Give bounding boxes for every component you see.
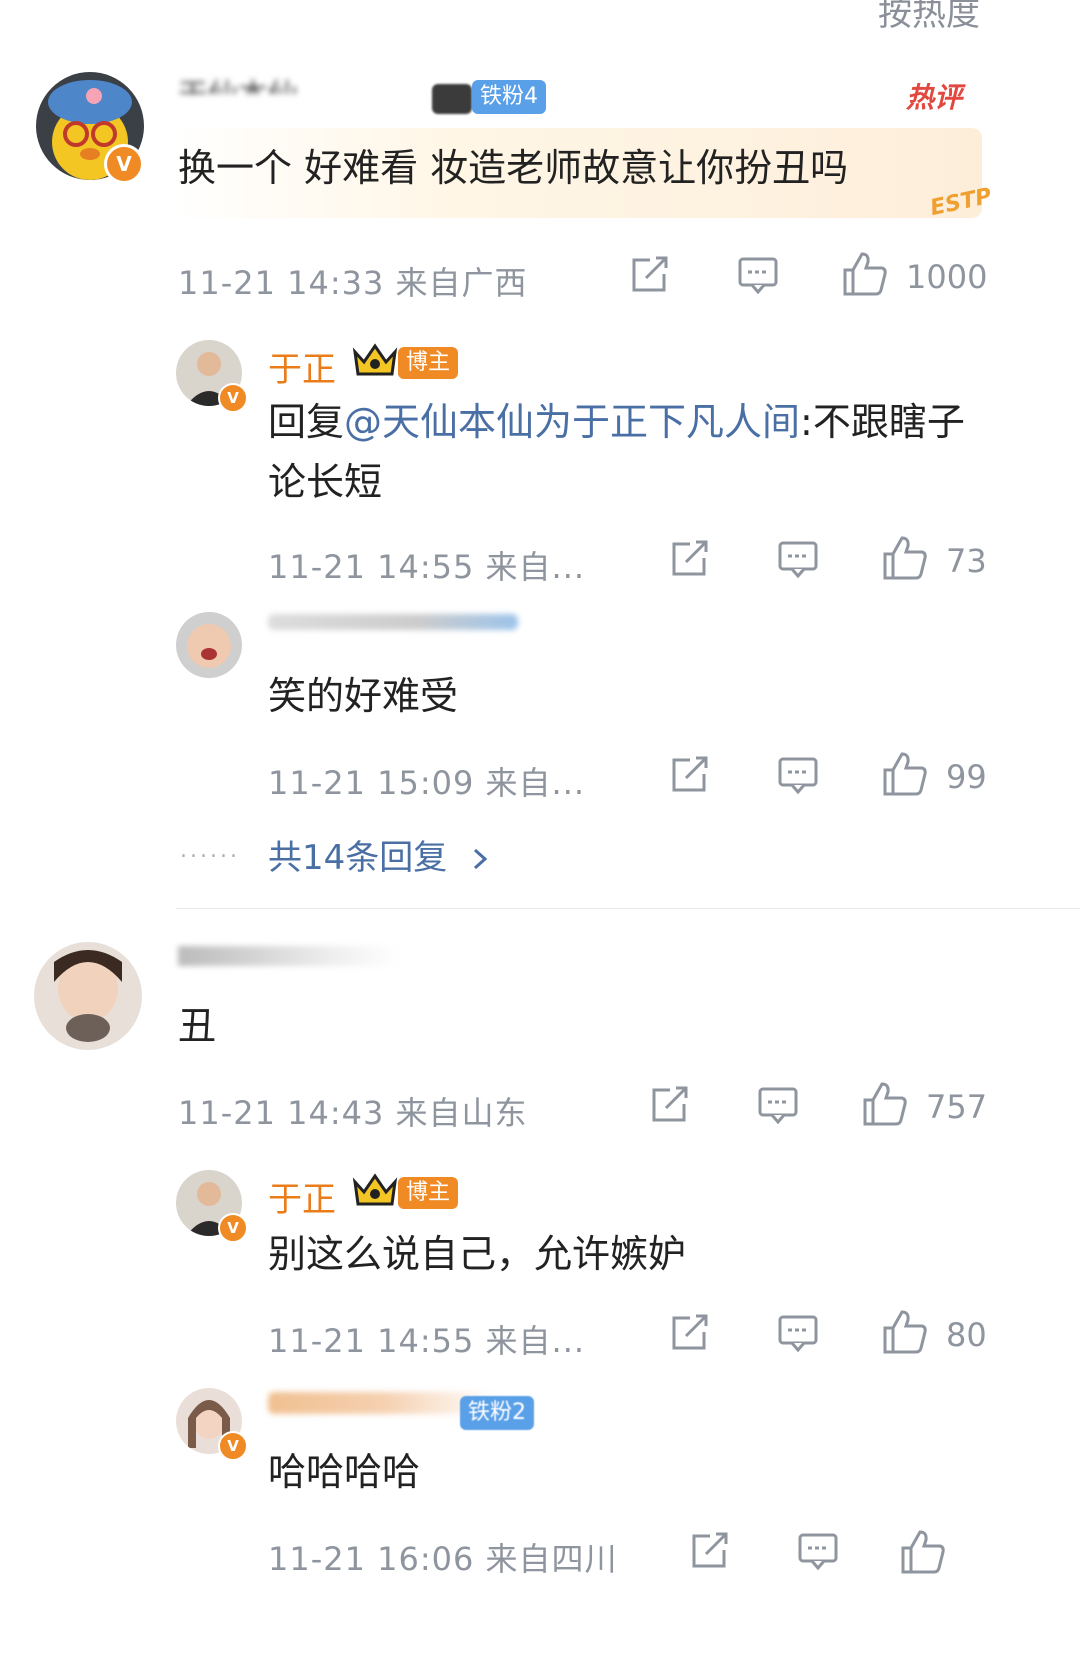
more-replies-text: 共14条回复 [268, 838, 448, 878]
verified-icon: V [218, 1213, 248, 1243]
reply-username[interactable]: 于正 [268, 1172, 336, 1221]
username[interactable]: 天仙本仙为于正下凡人间 [178, 70, 298, 94]
reply-prefix: 回复 [268, 400, 345, 444]
time-location: 11-21 14:55 来自... [268, 1316, 585, 1362]
avatar[interactable] [34, 942, 142, 1050]
blurred-username[interactable] [268, 614, 518, 630]
like-icon[interactable] [862, 1082, 908, 1126]
crown-icon [352, 342, 398, 386]
fan-badge-text: 铁粉2 [468, 1400, 526, 1425]
divider [176, 908, 1080, 909]
fan-badge-icon [432, 84, 472, 114]
blogger-badge: 博主 [398, 1177, 459, 1209]
like-icon[interactable] [882, 752, 928, 796]
reply-text-content: 笑的好难受 [268, 674, 459, 718]
share-icon[interactable] [650, 1086, 690, 1124]
time-location-text: 11-21 16:06 来自四川 [268, 1540, 618, 1578]
comment-icon[interactable] [758, 1086, 798, 1124]
sort-label-text: 按热度 [878, 0, 980, 34]
verified-icon: V [218, 383, 248, 413]
more-replies-link[interactable]: 共14条回复 [268, 830, 488, 879]
hot-tag-text: 热评 [906, 81, 963, 114]
verified-icon: V [218, 1431, 248, 1461]
share-icon[interactable] [670, 1314, 710, 1352]
comment-icon[interactable] [798, 1532, 838, 1570]
time-location-text: 11-21 15:09 来自... [268, 764, 586, 802]
comment-text[interactable]: 换一个 好难看 妆造老师故意让你扮丑吗 [178, 138, 848, 198]
time-location-text: 11-21 14:43 来自山东 [178, 1094, 528, 1132]
crown-icon [352, 1172, 398, 1216]
like-count: 1000 [906, 258, 987, 296]
reply-text[interactable]: 哈哈哈哈 [268, 1442, 420, 1502]
verified-icon: V [104, 144, 144, 184]
reply-username-text: 于正 [268, 1180, 336, 1220]
time-location-text: 11-21 14:55 来自... [268, 1322, 586, 1360]
like-count: 80 [946, 1316, 987, 1354]
comment-icon[interactable] [738, 256, 778, 294]
like-count-text: 73 [946, 542, 987, 580]
share-icon[interactable] [670, 540, 710, 578]
share-icon[interactable] [630, 256, 670, 294]
sort-by-hot-label[interactable]: 按热度 [878, 0, 980, 35]
like-icon[interactable] [882, 1310, 928, 1354]
avatar[interactable] [176, 612, 242, 678]
chevron-right-icon [472, 838, 488, 878]
time-location-text: 11-21 14:55 来自... [268, 548, 586, 586]
hot-comment-tag: 热评 [906, 76, 962, 116]
time-location: 11-21 14:55 来自... [268, 542, 585, 588]
reply-text-content: 别这么说自己，允许嫉妒 [268, 1232, 687, 1276]
like-icon[interactable] [842, 252, 888, 296]
like-count: 757 [926, 1088, 987, 1126]
share-icon[interactable] [690, 1532, 730, 1570]
like-count-text: 80 [946, 1316, 987, 1354]
like-icon[interactable] [882, 536, 928, 580]
fan-badge: 铁粉2 [460, 1396, 534, 1430]
username-text: 天仙本仙为于正下凡人间 [178, 78, 298, 94]
like-count: 73 [946, 542, 987, 580]
reply-text[interactable]: 别这么说自己，允许嫉妒 [268, 1224, 686, 1284]
time-location: 11-21 14:33 来自广西 [178, 258, 528, 304]
comment-text[interactable]: 丑 [178, 996, 216, 1056]
more-replies-dots: ...... [180, 838, 240, 863]
like-count-text: 757 [926, 1088, 988, 1126]
reply-username[interactable]: 于正 [268, 342, 336, 391]
blogger-badge-text: 博主 [406, 350, 451, 375]
reply-text[interactable]: 笑的好难受 [268, 666, 458, 726]
blogger-badge: 博主 [398, 347, 459, 379]
share-icon[interactable] [670, 756, 710, 794]
reply-text[interactable]: 回复@天仙本仙为于正下凡人间:不跟瞎子论长短 [268, 392, 968, 512]
blogger-badge-text: 博主 [406, 1180, 451, 1205]
blurred-username[interactable] [178, 946, 398, 966]
comment-icon[interactable] [778, 756, 818, 794]
like-count-text: 1000 [906, 258, 988, 296]
comment-icon[interactable] [778, 1314, 818, 1352]
comment-icon[interactable] [778, 540, 818, 578]
like-icon[interactable] [900, 1530, 946, 1574]
reply-text-content: 哈哈哈哈 [268, 1450, 421, 1494]
time-location: 11-21 16:06 来自四川 [268, 1534, 618, 1580]
comment-text-content: 换一个 好难看 妆造老师故意让你扮丑吗 [178, 146, 849, 190]
time-location: 11-21 14:43 来自山东 [178, 1088, 528, 1134]
like-count-text: 99 [946, 758, 987, 796]
time-location: 11-21 15:09 来自... [268, 758, 585, 804]
fan-badge: 铁粉4 [472, 80, 546, 114]
time-location-text: 11-21 14:33 来自广西 [178, 264, 528, 302]
comment-text-content: 丑 [178, 1004, 217, 1048]
fan-badge-text: 铁粉4 [480, 84, 538, 109]
reply-username-text: 于正 [268, 350, 336, 390]
like-count: 99 [946, 758, 987, 796]
mention-link[interactable]: @天仙本仙为于正下凡人间 [344, 400, 800, 444]
dots-text: ...... [180, 838, 240, 863]
